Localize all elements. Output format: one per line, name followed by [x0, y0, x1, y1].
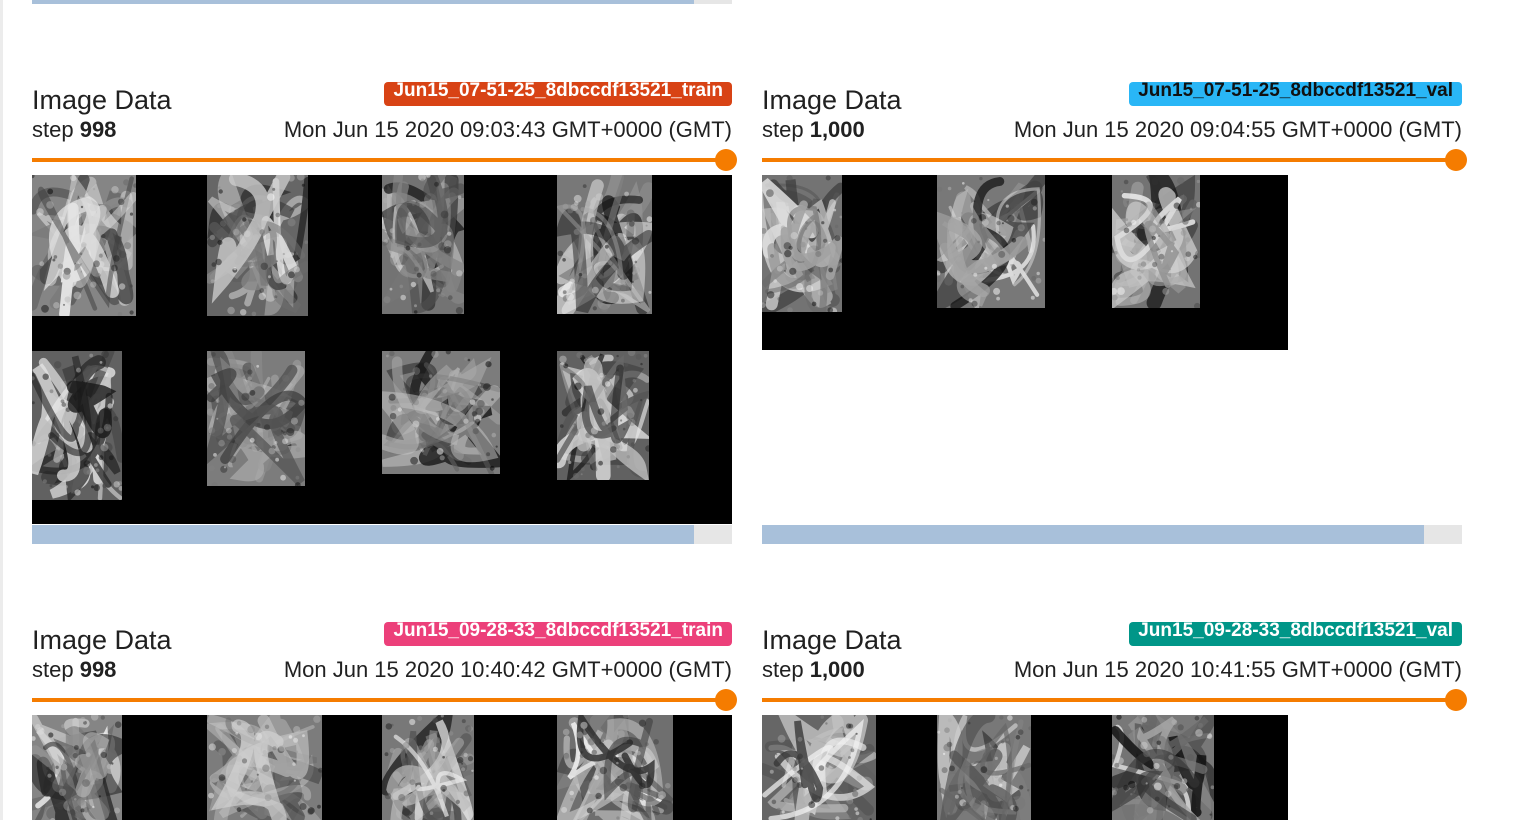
step-label: step 1,000 [762, 116, 865, 144]
step-value: 998 [79, 657, 117, 682]
slider-handle-icon[interactable] [715, 149, 737, 171]
step-slider[interactable] [762, 687, 1467, 713]
slider-track[interactable] [762, 158, 1456, 162]
left-border [0, 0, 3, 820]
slider-handle-icon[interactable] [715, 689, 737, 711]
image-grid [762, 175, 1288, 350]
card-title: Image Data [762, 85, 902, 115]
wall-time: Mon Jun 15 2020 09:04:55 GMT+0000 (GMT) [1013, 117, 1462, 142]
slider-track[interactable] [32, 158, 726, 162]
image-tile [937, 175, 1045, 308]
image-tile [557, 715, 673, 820]
image-grid [32, 715, 732, 820]
step-prefix: step [762, 657, 810, 682]
step-prefix: step [32, 117, 80, 142]
run-badge: Jun15_07-51-25_8dbccdf13521_train [384, 82, 732, 106]
slider-handle-icon[interactable] [1445, 689, 1467, 711]
step-label: step 1,000 [762, 656, 865, 684]
image-scrollbar[interactable] [32, 525, 732, 544]
image-tile [1112, 175, 1200, 308]
image-scrollbar-thumb[interactable] [32, 0, 695, 4]
run-badge: Jun15_09-28-33_8dbccdf13521_val [1129, 622, 1462, 646]
image-tile [762, 715, 876, 820]
image-tile [937, 715, 1031, 820]
slider-track[interactable] [32, 698, 726, 702]
card-title: Image Data [32, 625, 172, 655]
image-scrollbar[interactable] [762, 525, 1462, 544]
image-card: Image Data Jun15_07-51-25_8dbccdf13521_t… [32, 82, 737, 524]
step-value: 1,000 [809, 657, 865, 682]
step-value: 1,000 [809, 117, 865, 142]
run-badge: Jun15_09-28-33_8dbccdf13521_train [384, 622, 732, 646]
image-tile [32, 715, 122, 820]
image-tile [32, 351, 122, 500]
image-tile [32, 175, 136, 316]
image-scrollbar-thumb[interactable] [32, 525, 695, 544]
step-label: step 998 [32, 656, 116, 684]
image-card: Image Data Jun15_07-51-25_8dbccdf13521_v… [762, 82, 1467, 524]
wall-time: Mon Jun 15 2020 10:41:55 GMT+0000 (GMT) [1013, 657, 1462, 682]
image-card: Image Data Jun15_09-28-33_8dbccdf13521_v… [762, 622, 1467, 820]
image-dashboard: Image Data Jun15_07-51-25_8dbccdf13521_t… [0, 0, 1528, 820]
step-prefix: step [32, 657, 80, 682]
wall-time: Mon Jun 15 2020 10:40:42 GMT+0000 (GMT) [283, 657, 732, 682]
slider-handle-icon[interactable] [1445, 149, 1467, 171]
step-slider[interactable] [32, 687, 737, 713]
image-scrollbar-thumb[interactable] [762, 525, 1425, 544]
image-tile [207, 175, 308, 316]
slider-track[interactable] [762, 698, 1456, 702]
image-grid [32, 175, 732, 524]
image-tile [382, 351, 500, 474]
image-tile [1112, 715, 1214, 820]
run-badge: Jun15_07-51-25_8dbccdf13521_val [1129, 82, 1462, 106]
card-title: Image Data [32, 85, 172, 115]
image-tile [382, 715, 474, 820]
image-tile [207, 351, 305, 486]
image-card: Image Data Jun15_09-28-33_8dbccdf13521_t… [32, 622, 737, 820]
image-tile [557, 175, 652, 314]
image-grid [762, 715, 1288, 820]
step-value: 998 [79, 117, 117, 142]
step-slider[interactable] [762, 147, 1467, 173]
image-tile [382, 175, 464, 314]
step-slider[interactable] [32, 147, 737, 173]
step-prefix: step [762, 117, 810, 142]
step-label: step 998 [32, 116, 116, 144]
image-tile [207, 715, 322, 820]
image-tile [557, 351, 649, 480]
wall-time: Mon Jun 15 2020 09:03:43 GMT+0000 (GMT) [283, 117, 732, 142]
image-tile [762, 175, 842, 312]
image-scrollbar[interactable] [32, 0, 732, 4]
card-title: Image Data [762, 625, 902, 655]
